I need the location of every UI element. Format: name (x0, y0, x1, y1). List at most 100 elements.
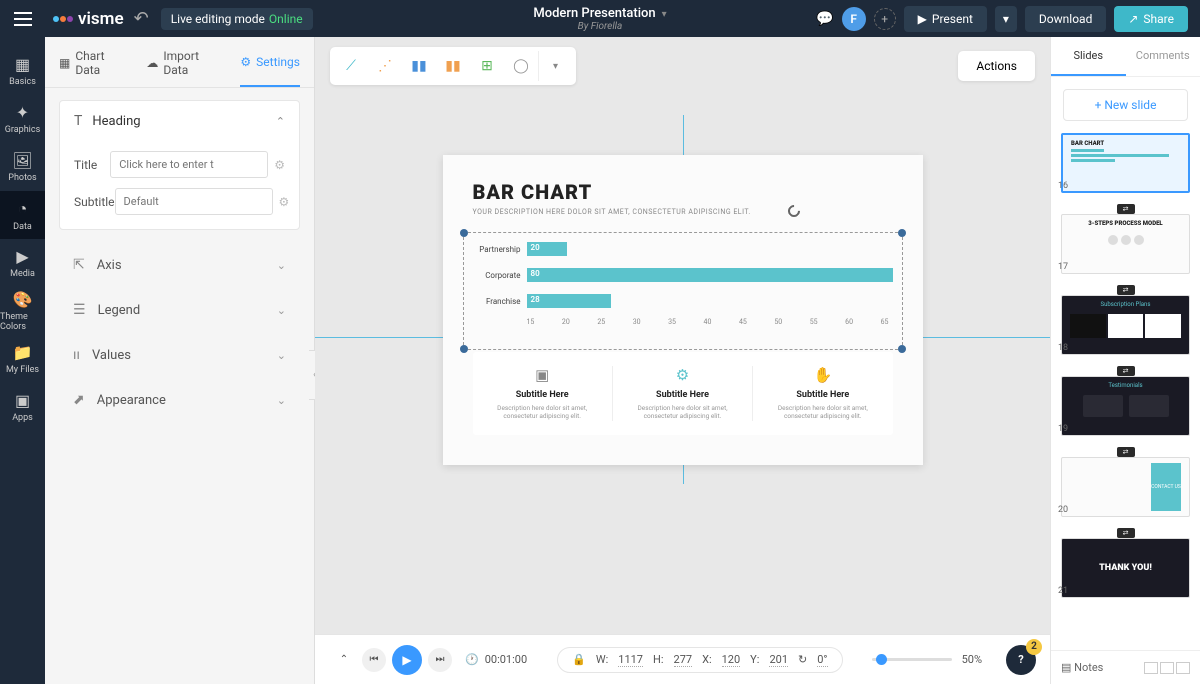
legend-icon: ☰ (73, 302, 86, 318)
rotate-icon[interactable]: ↻ (798, 653, 807, 666)
media-icon: ▶ (16, 247, 28, 266)
actions-button[interactable]: Actions (958, 51, 1035, 81)
nav-photos[interactable]: 🖼Photos (0, 143, 45, 191)
chart-selection[interactable]: Partnership20 Corporate80 Franchise28 15… (473, 236, 893, 326)
nav-my-files[interactable]: 📁My Files (0, 335, 45, 383)
chart-type-more[interactable]: ▾ (538, 51, 572, 81)
add-collaborator-button[interactable]: + (874, 8, 896, 30)
thumb-16[interactable]: BAR CHART (1061, 133, 1190, 193)
lock-icon[interactable]: 🔒 (572, 653, 586, 666)
thumb-20[interactable]: CONTACT US (1061, 457, 1190, 517)
menu-button[interactable] (0, 0, 45, 37)
time-display: 00:01:00 (485, 653, 527, 666)
slide-description[interactable]: YOUR DESCRIPTION HERE DOLOR SIT AMET, CO… (473, 208, 893, 216)
section-legend[interactable]: ☰Legend⌄ (45, 287, 314, 332)
subtitle-label: Subtitle (74, 195, 115, 209)
chevron-down-icon: ⌄ (277, 349, 286, 362)
view-single-icon[interactable] (1144, 662, 1158, 674)
title-gear-icon[interactable]: ⚙ (274, 158, 285, 172)
section-values[interactable]: ııValues⌄ (45, 332, 314, 377)
prev-button[interactable]: ⏮ (362, 648, 386, 672)
values-icon: ıı (73, 347, 80, 363)
height-value[interactable]: 277 (674, 653, 693, 667)
chart-type-bar[interactable]: ▮▮ (402, 51, 436, 81)
edit-mode-badge[interactable]: Live editing mode Online (161, 8, 313, 30)
view-list-icon[interactable] (1176, 662, 1190, 674)
download-button[interactable]: Download (1025, 6, 1106, 32)
width-value[interactable]: 1117 (618, 653, 643, 667)
play-button[interactable]: ▶ (392, 645, 422, 675)
zoom-value[interactable]: 50% (962, 653, 982, 666)
thumb-18[interactable]: Subscription Plans (1061, 295, 1190, 355)
chart-type-stacked[interactable]: ⊞ (470, 51, 504, 81)
thumb-17[interactable]: 3-STEPS PROCESS MODEL (1061, 214, 1190, 274)
brand-logo[interactable]: visme (53, 9, 124, 29)
right-rail: Slides Comments + New slide BAR CHART16 … (1050, 37, 1200, 684)
transition-icon[interactable]: ⇄ (1117, 447, 1135, 457)
chart-type-donut[interactable]: ◯ (504, 51, 538, 81)
new-slide-button[interactable]: + New slide (1063, 89, 1188, 121)
avatar[interactable]: F (842, 7, 866, 31)
present-button[interactable]: ▶ Present (904, 6, 987, 32)
chevron-down-icon: ⌄ (277, 304, 286, 317)
transition-icon[interactable]: ⇄ (1117, 204, 1135, 214)
text-icon: T (74, 113, 82, 129)
transition-icon[interactable]: ⇄ (1117, 285, 1135, 295)
nav-graphics[interactable]: ✦Graphics (0, 95, 45, 143)
nav-data[interactable]: ◔Data (0, 191, 45, 239)
thumb-19[interactable]: Testimonials (1061, 376, 1190, 436)
y-value[interactable]: 201 (769, 653, 788, 667)
rotation-value[interactable]: 0° (817, 653, 827, 667)
notes-button[interactable]: ▤ Notes (1061, 661, 1103, 674)
tab-settings[interactable]: ⚙Settings (240, 49, 300, 87)
transition-icon[interactable]: ⇄ (1117, 528, 1135, 538)
nav-basics[interactable]: ▦Basics (0, 47, 45, 95)
undo-icon[interactable]: ↶ (134, 8, 149, 29)
refresh-icon[interactable] (785, 203, 802, 220)
tab-slides[interactable]: Slides (1051, 37, 1126, 76)
slide-title[interactable]: BAR CHART (473, 180, 893, 204)
photos-icon: 🖼 (12, 151, 32, 170)
section-heading[interactable]: T Heading ⌃ (60, 101, 299, 141)
x-value[interactable]: 120 (722, 653, 741, 667)
collapse-up-icon[interactable]: ⌃ (332, 648, 356, 672)
nav-apps[interactable]: ▣Apps (0, 383, 45, 431)
cloud-icon: ☁ (146, 56, 158, 70)
subtitle-gear-icon[interactable]: ⚙ (279, 195, 290, 209)
subtitle-input[interactable] (115, 188, 273, 215)
view-grid-icon[interactable] (1160, 662, 1174, 674)
tab-chart-data[interactable]: ▦Chart Data (59, 49, 128, 87)
online-status: Online (269, 12, 303, 26)
chevron-down-icon[interactable]: ▾ (662, 9, 667, 20)
hand-icon: ✋ (767, 366, 878, 384)
thumb-21[interactable]: THANK YOU! (1061, 538, 1190, 598)
nav-theme-colors[interactable]: 🎨Theme Colors (0, 287, 45, 335)
slide-canvas[interactable]: BAR CHART YOUR DESCRIPTION HERE DOLOR SI… (443, 155, 923, 465)
project-title-area[interactable]: Modern Presentation▾ By Fiorella (533, 6, 666, 32)
chart-type-bar-grouped[interactable]: ▮▮ (436, 51, 470, 81)
chat-icon[interactable]: 💬 (816, 11, 833, 27)
chart-type-line[interactable]: ⟋ (334, 51, 368, 81)
nav-media[interactable]: ▶Media (0, 239, 45, 287)
gear-icon: ⚙ (240, 55, 251, 69)
zoom-slider[interactable] (872, 658, 952, 661)
footer-cards[interactable]: ▣Subtitle HereDescription here dolor sit… (473, 352, 893, 435)
bottom-bar: ⌃ ⏮ ▶ ⏭ 🕐00:01:00 🔒 W:1117 H:277 X:120 Y… (315, 634, 1050, 684)
section-appearance[interactable]: ⬈Appearance⌄ (45, 377, 314, 422)
tab-import-data[interactable]: ☁Import Data (146, 49, 222, 87)
section-axis[interactable]: ⇱Axis⌄ (45, 242, 314, 287)
gear-icon: ⚙ (627, 366, 738, 384)
present-dropdown[interactable]: ▾ (995, 6, 1017, 32)
canvas-area: ⟋ ⋰ ▮▮ ▮▮ ⊞ ◯ ▾ Actions BAR CHART YOUR D… (315, 37, 1050, 684)
title-input[interactable] (110, 151, 268, 178)
next-button[interactable]: ⏭ (428, 648, 452, 672)
dimensions-bar[interactable]: 🔒 W:1117 H:277 X:120 Y:201 ↻0° (557, 647, 842, 673)
chevron-up-icon: ⌃ (276, 115, 285, 128)
tab-comments[interactable]: Comments (1126, 37, 1200, 76)
slide-thumbnails[interactable]: BAR CHART16 ⇄3-STEPS PROCESS MODEL17 ⇄Su… (1051, 133, 1200, 650)
help-button[interactable]: ?2 (1006, 645, 1036, 675)
chart-type-scatter[interactable]: ⋰ (368, 51, 402, 81)
share-button[interactable]: ↗ Share (1114, 6, 1188, 32)
title-label: Title (74, 158, 110, 172)
transition-icon[interactable]: ⇄ (1117, 366, 1135, 376)
